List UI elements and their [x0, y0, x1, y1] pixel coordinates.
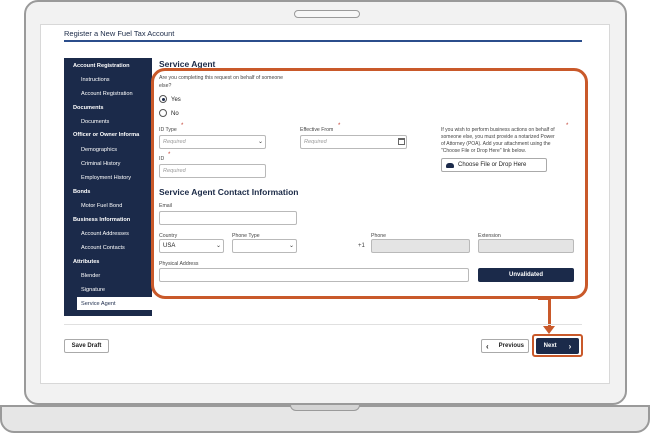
- sidebar-item-signature[interactable]: Signature: [81, 287, 105, 293]
- callout-arrow-head: [543, 326, 555, 334]
- next-button-highlight: [532, 334, 583, 357]
- sidebar-item-account-registration[interactable]: Account Registration: [81, 91, 133, 97]
- footer-divider: [64, 324, 582, 325]
- sidebar-header-officer-owner: Officer or Owner Informa: [73, 132, 140, 138]
- sidebar-item-motor-fuel-bond[interactable]: Motor Fuel Bond: [81, 203, 122, 209]
- previous-label: Previous: [498, 343, 525, 349]
- sidebar-header-business-information: Business Information: [73, 217, 131, 223]
- sidebar-item-account-contacts[interactable]: Account Contacts: [81, 245, 125, 251]
- sidebar-item-account-addresses[interactable]: Account Addresses: [81, 231, 129, 237]
- sidebar-item-instructions[interactable]: Instructions: [81, 77, 110, 83]
- sidebar-header-attributes: Attributes: [73, 259, 100, 265]
- previous-button[interactable]: ‹ Previous: [481, 339, 529, 353]
- sidebar-item-demographics[interactable]: Demographics: [81, 147, 117, 153]
- sidebar-item-criminal-history[interactable]: Criminal History: [81, 161, 120, 167]
- save-draft-button[interactable]: Save Draft: [64, 339, 109, 353]
- sidebar-item-documents[interactable]: Documents: [81, 119, 109, 125]
- sidebar-item-blender[interactable]: Blender: [81, 273, 100, 279]
- chevron-left-icon: ‹: [485, 341, 489, 351]
- sidebar-item-service-agent-label: Service Agent: [81, 301, 116, 307]
- sidebar-header-bonds: Bonds: [73, 189, 91, 195]
- sidebar-header-documents: Documents: [73, 105, 104, 111]
- highlight-callout: [151, 68, 588, 299]
- laptop-camera-notch: [294, 10, 360, 18]
- title-underline: [64, 40, 582, 42]
- sidebar-item-employment-history[interactable]: Employment History: [81, 175, 131, 181]
- laptop-base-lip: [290, 405, 360, 411]
- page-title: Register a New Fuel Tax Account: [64, 29, 175, 38]
- sidebar-header-account-registration: Account Registration: [73, 63, 130, 69]
